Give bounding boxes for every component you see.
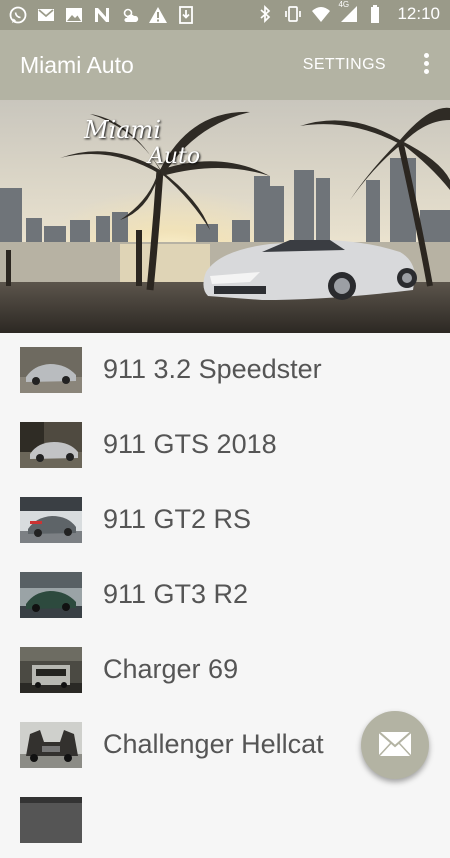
app-title: Miami Auto: [20, 52, 134, 78]
hero-title-line2: Auto: [148, 144, 201, 169]
hero-banner: Miami Auto: [0, 100, 450, 333]
photos-icon: [64, 5, 84, 25]
settings-button[interactable]: SETTINGS: [303, 56, 386, 74]
vibrate-icon: [283, 4, 303, 24]
mail-icon: [378, 731, 412, 757]
list-item[interactable]: 911 3.2 Speedster: [0, 333, 450, 408]
clock: 12:10: [397, 4, 440, 23]
weather-icon: [120, 5, 140, 25]
car-thumbnail: [20, 572, 82, 618]
signal-icon: 4G: [338, 0, 359, 24]
car-thumbnail: [20, 797, 82, 843]
list-item[interactable]: 911 GT3 R2: [0, 558, 450, 633]
whatsapp-icon: [8, 5, 28, 25]
compose-mail-button[interactable]: [361, 711, 429, 779]
gmail-icon: [36, 5, 56, 25]
car-name: 911 GT2 RS: [103, 504, 252, 534]
car-thumbnail: [20, 347, 82, 393]
wifi-icon: [311, 4, 331, 24]
car-list: 911 3.2 Speedster 911 GTS 2018 911 GT2 R…: [0, 333, 450, 858]
system-icons: 4G 12:10: [255, 0, 440, 24]
car-thumbnail: [20, 647, 82, 693]
status-bar: 4G 12:10: [0, 0, 450, 30]
car-thumbnail: [20, 422, 82, 468]
car-name: 911 GTS 2018: [103, 429, 277, 459]
download-icon: [176, 5, 196, 25]
network-type-label: 4G: [338, 0, 350, 9]
n-app-icon: [92, 5, 112, 25]
hero-image: [0, 100, 450, 333]
bluetooth-icon: [255, 4, 275, 24]
notification-icons: [8, 5, 196, 25]
hero-title-line1: Miami: [84, 116, 161, 144]
battery-icon: [367, 4, 387, 24]
list-item[interactable]: 911 GTS 2018: [0, 408, 450, 483]
car-thumbnail: [20, 497, 82, 543]
car-thumbnail: [20, 722, 82, 768]
list-item[interactable]: 911 GT2 RS: [0, 483, 450, 558]
car-name: Charger 69: [103, 654, 239, 684]
warning-icon: [148, 5, 168, 25]
car-name: 911 GT3 R2: [103, 579, 249, 609]
car-name: Challenger Hellcat: [103, 729, 324, 759]
list-item[interactable]: Charger 69: [0, 633, 450, 708]
app-bar: Miami Auto SETTINGS: [0, 30, 450, 100]
car-name: 911 3.2 Speedster: [103, 354, 322, 384]
more-vert-icon[interactable]: [420, 50, 432, 80]
list-item[interactable]: [0, 783, 450, 858]
